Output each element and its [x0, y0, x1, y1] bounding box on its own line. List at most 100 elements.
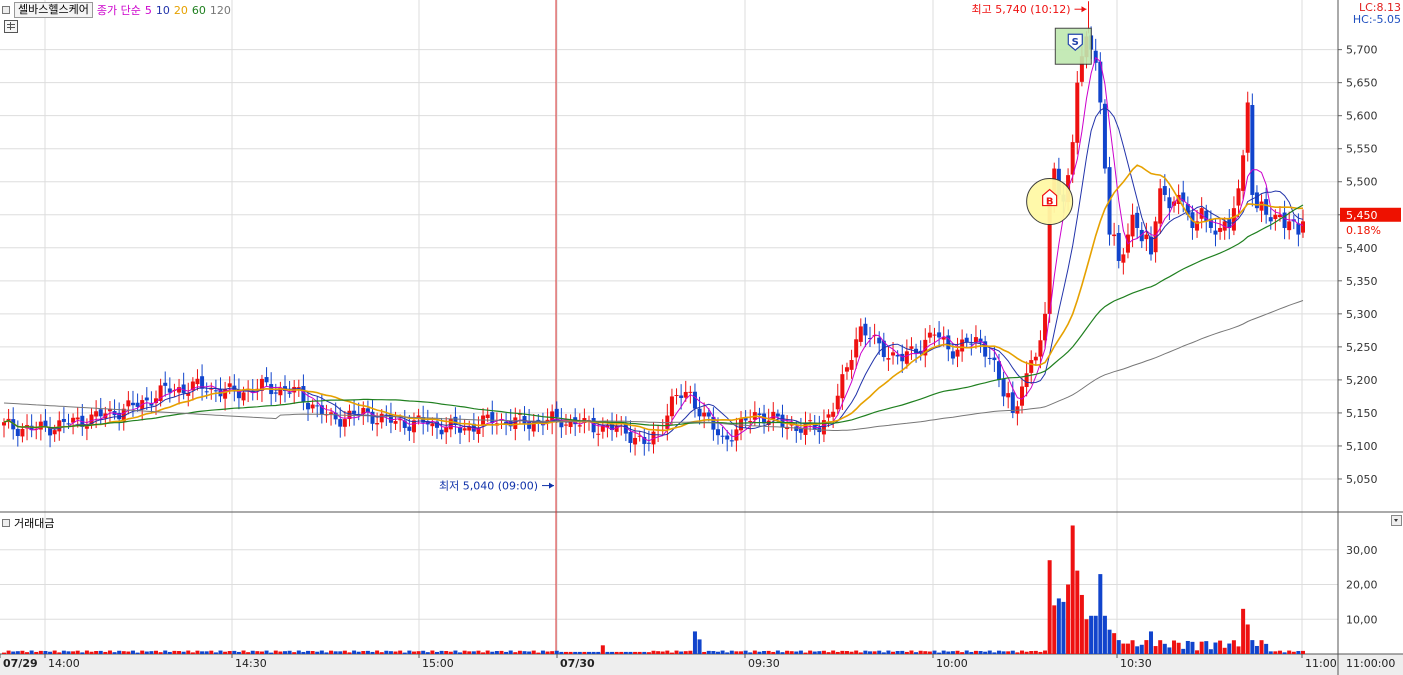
volume-bar — [232, 650, 237, 654]
price-tick-label: 5,100 — [1346, 440, 1378, 453]
ma-period-10: 10 — [155, 3, 170, 17]
candle-body — [1006, 393, 1011, 398]
volume-bar — [181, 651, 186, 654]
volume-bar — [950, 651, 955, 654]
time-label: 14:00 — [48, 657, 80, 670]
candle-body — [960, 339, 965, 352]
volume-bar — [287, 650, 292, 654]
volume-bar — [1268, 651, 1273, 654]
candle-body — [877, 337, 882, 344]
volume-bar — [798, 650, 803, 654]
candle-body — [513, 417, 518, 429]
candle-body — [1231, 208, 1236, 231]
volume-bar — [582, 651, 587, 654]
volume-bar — [71, 651, 76, 654]
legend-box-icon[interactable] — [2, 6, 10, 14]
candle-body — [1130, 214, 1135, 237]
candle-body — [715, 429, 720, 436]
candle-body — [195, 378, 200, 385]
panel-box-icon[interactable] — [2, 519, 10, 527]
candle-body — [213, 390, 218, 392]
volume-bar — [941, 650, 946, 654]
volume-bar — [1075, 570, 1080, 654]
time-label: 15:00 — [422, 657, 454, 670]
candle-body — [858, 326, 863, 342]
volume-bar — [1282, 652, 1287, 654]
candle-body — [987, 357, 992, 359]
candle-body — [301, 386, 306, 402]
volume-bar — [877, 650, 882, 654]
volume-bar — [789, 651, 794, 654]
volume-bar — [1195, 650, 1200, 654]
candle-body — [739, 418, 744, 431]
volume-tick-label: 30,00 — [1346, 544, 1378, 557]
volume-bar — [504, 651, 509, 654]
volume-bar — [1231, 640, 1236, 654]
volume-bar — [1273, 651, 1278, 654]
volume-bar — [1116, 640, 1121, 654]
volume-bar — [964, 650, 969, 654]
candle-body — [904, 351, 909, 364]
volume-bar — [1176, 642, 1181, 654]
volume-bar — [347, 652, 352, 654]
candle-body — [329, 412, 334, 414]
volume-bar — [333, 651, 338, 654]
candle-body — [1038, 340, 1043, 357]
volume-bar — [29, 650, 34, 654]
candle-body — [973, 337, 978, 343]
candle-body — [937, 332, 942, 338]
candle-body — [342, 419, 347, 427]
volume-bar — [1296, 651, 1301, 654]
candle-body — [1033, 356, 1038, 361]
volume-bar — [554, 650, 559, 654]
volume-bar — [11, 651, 16, 654]
volume-bar — [1052, 605, 1057, 654]
volume-bar — [43, 651, 48, 654]
chart-canvas[interactable]: 5,700 5,650 5,600 5,550 5,500 5,450 5,400 5,350… — [0, 0, 1403, 675]
volume-bar — [831, 650, 836, 654]
candle-body — [628, 432, 633, 443]
candle-body — [1301, 221, 1305, 233]
volume-bar — [1033, 650, 1038, 654]
volume-bar — [227, 651, 232, 654]
volume-bar — [1190, 641, 1195, 654]
volume-bar — [1222, 647, 1227, 654]
candle-body — [52, 430, 57, 435]
volume-bar — [6, 650, 11, 654]
candle-body — [1158, 188, 1163, 224]
volume-bar — [914, 652, 919, 654]
candle-body — [338, 419, 343, 427]
candle-body — [1112, 234, 1117, 237]
candle-body — [1167, 197, 1172, 209]
table-toggle-icon[interactable] — [4, 20, 18, 33]
candle-body — [886, 358, 891, 360]
candle-body — [1259, 201, 1264, 211]
volume-bar — [1199, 641, 1204, 654]
volume-bar — [872, 651, 877, 654]
volume-bar — [471, 651, 476, 654]
volume-panel-title: 거래대금 — [2, 515, 54, 531]
volume-bar — [117, 650, 122, 654]
candle-body — [706, 412, 711, 417]
volume-bar — [987, 650, 992, 654]
stock-name[interactable]: 셀바스헬스케어 — [14, 2, 93, 18]
candle-body — [306, 402, 311, 410]
panel-collapse-icon[interactable] — [1391, 515, 1402, 526]
candle-body — [352, 410, 357, 414]
volume-bar — [1153, 646, 1158, 654]
volume-bar — [1102, 615, 1107, 654]
volume-bar — [679, 651, 684, 654]
volume-bar — [393, 651, 398, 654]
volume-bar — [1236, 646, 1241, 654]
volume-bar — [435, 651, 439, 654]
ma-label: 종가 단순 — [96, 4, 141, 17]
volume-bar — [264, 650, 269, 654]
volume-bar — [292, 652, 297, 654]
volume-bar — [692, 631, 697, 654]
candle-body — [393, 421, 398, 424]
volume-bar — [370, 651, 375, 654]
volume-bar — [545, 651, 550, 654]
candle-body — [757, 413, 762, 415]
price-tick-label: 5,250 — [1346, 341, 1378, 354]
candle-body — [1241, 155, 1246, 191]
